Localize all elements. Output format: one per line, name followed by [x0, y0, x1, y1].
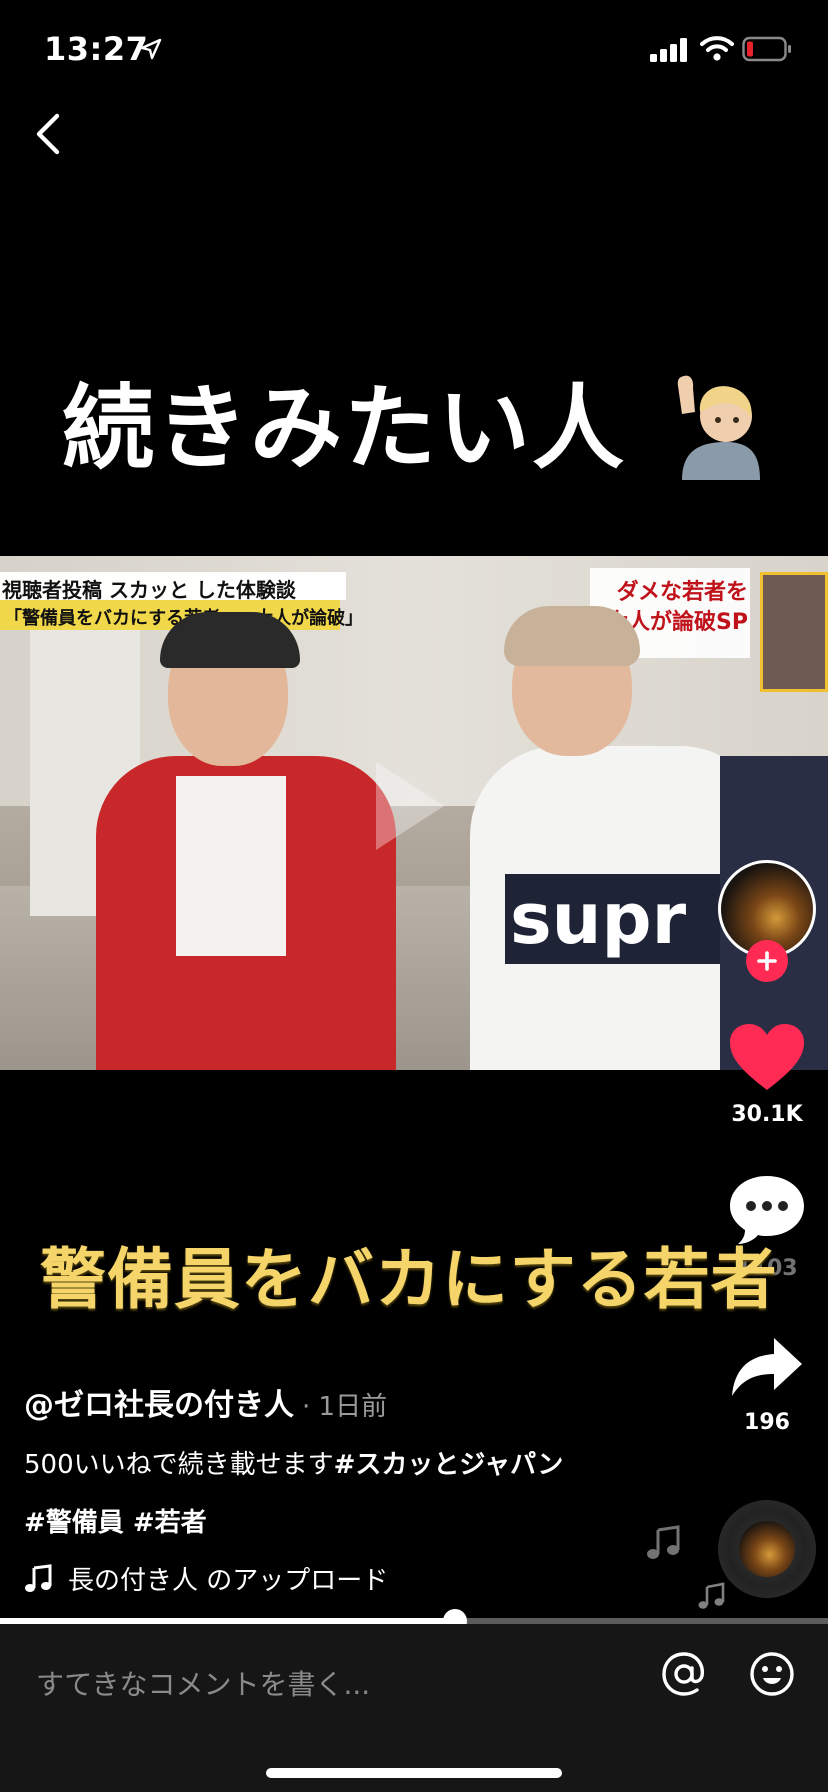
wifi-icon: [700, 36, 734, 61]
back-button[interactable]: [26, 106, 70, 162]
author-name[interactable]: @ゼロ社長の付き人: [24, 1380, 294, 1424]
at-mention-icon[interactable]: [660, 1650, 708, 1698]
video-subtitle: 警備員をバカにする若者: [40, 1241, 778, 1318]
music-row[interactable]: 長の付き人 のアップロード: [24, 1560, 388, 1597]
heart-icon[interactable]: [728, 1022, 806, 1092]
music-disc[interactable]: [718, 1500, 816, 1598]
floating-music-note-icon: [647, 1525, 680, 1559]
post-hashtags[interactable]: #警備員 #若者: [24, 1502, 207, 1539]
post-description: 500いいねで続き載せます#スカッとジャパン: [24, 1444, 563, 1481]
chevron-left-icon: [36, 113, 60, 155]
location-arrow-icon: [140, 38, 162, 60]
music-title: 長の付き人 のアップロード: [68, 1566, 389, 1596]
comment-bar: [0, 1624, 828, 1792]
video-frame[interactable]: 視聴者投稿 スカッと した体験談 「警備員をバカにする若者 vs 大人が論破」 …: [0, 556, 828, 1070]
play-icon: [376, 762, 444, 850]
sweater-logo-text: supr: [510, 878, 687, 960]
music-disc-cover: [739, 1521, 795, 1577]
comment-input[interactable]: [36, 1654, 596, 1714]
plus-icon: [757, 951, 777, 971]
person-right-hair: [504, 606, 640, 666]
status-time: 13:27: [44, 30, 149, 68]
description-hashtag[interactable]: #スカッとジャパン: [334, 1450, 564, 1480]
follow-button[interactable]: [746, 940, 788, 982]
home-indicator: [266, 1768, 562, 1778]
person-left-hat: [160, 612, 300, 668]
emoji-icon[interactable]: [748, 1650, 796, 1698]
person-left-shirt: [176, 776, 286, 956]
author-row: @ゼロ社長の付き人 · 1日前: [24, 1380, 387, 1424]
share-count: 196: [744, 1410, 790, 1435]
floating-music-note-icon: [698, 1582, 725, 1609]
like-count: 30.1K: [731, 1102, 803, 1127]
description-text: 500いいねで続き載せます: [24, 1450, 334, 1480]
post-time: · 1日前: [302, 1392, 388, 1422]
raising-hand-icon: [677, 375, 760, 480]
cellular-signal-icon: [650, 38, 687, 62]
share-arrow-icon[interactable]: [730, 1336, 804, 1398]
music-note-icon: [25, 1563, 52, 1592]
tv-corner-line-1: ダメな若者を: [616, 580, 748, 605]
tv-inset-image: [760, 572, 828, 692]
status-bar: 13:27: [0, 0, 828, 100]
video-title-caption: 続きみたい人: [62, 374, 627, 482]
tv-banner-line-1: 視聴者投稿 スカッと した体験談: [2, 578, 296, 602]
battery-low-icon: [742, 36, 791, 62]
